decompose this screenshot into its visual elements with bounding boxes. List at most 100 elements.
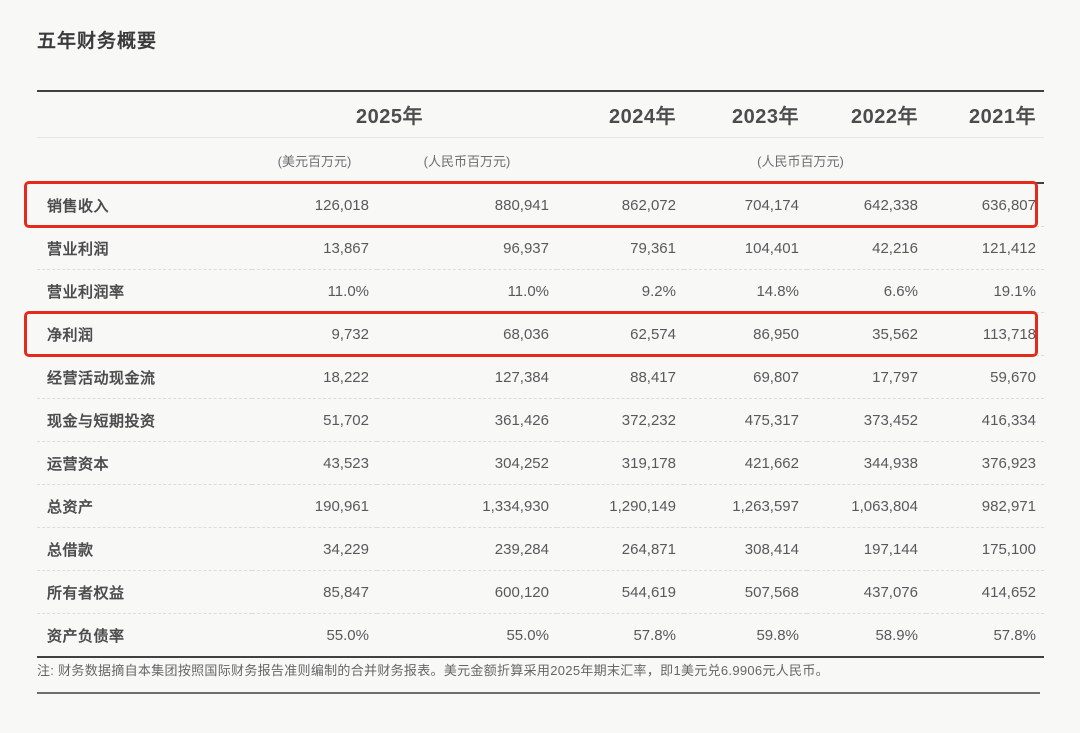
cell-value: 59.8%	[684, 614, 807, 658]
year-header-2021: 2021年	[926, 91, 1044, 138]
cell-value: 6.6%	[807, 270, 926, 313]
cell-value: 127,384	[377, 356, 557, 399]
cell-value: 437,076	[807, 571, 926, 614]
cell-value: 11.0%	[377, 270, 557, 313]
table-row: 经营活动现金流 18,222 127,384 88,417 69,807 17,…	[37, 356, 1044, 399]
cell-value: 880,941	[377, 183, 557, 227]
row-label: 营业利润率	[37, 270, 252, 313]
financial-summary-table: 2025年 2024年 2023年 2022年 2021年 (美元百万元) (人…	[37, 90, 1044, 658]
cell-value: 1,290,149	[557, 485, 684, 528]
cell-value: 96,937	[377, 227, 557, 270]
cell-value: 175,100	[926, 528, 1044, 571]
cell-value: 982,971	[926, 485, 1044, 528]
cell-value: 57.8%	[926, 614, 1044, 658]
page-title: 五年财务概要	[37, 26, 157, 53]
cell-value: 9,732	[252, 313, 377, 356]
unit-rmb-millions-span: (人民币百万元)	[557, 138, 1044, 184]
cell-value: 264,871	[557, 528, 684, 571]
table-row: 总借款 34,229 239,284 264,871 308,414 197,1…	[37, 528, 1044, 571]
cell-value: 1,063,804	[807, 485, 926, 528]
row-label: 所有者权益	[37, 571, 252, 614]
row-label: 现金与短期投资	[37, 399, 252, 442]
cell-value: 1,263,597	[684, 485, 807, 528]
cell-value: 1,334,930	[377, 485, 557, 528]
cell-value: 121,412	[926, 227, 1044, 270]
cell-value: 319,178	[557, 442, 684, 485]
cell-value: 13,867	[252, 227, 377, 270]
year-header-row: 2025年 2024年 2023年 2022年 2021年	[37, 91, 1044, 138]
cell-value: 344,938	[807, 442, 926, 485]
cell-value: 58.9%	[807, 614, 926, 658]
table-row: 所有者权益 85,847 600,120 544,619 507,568 437…	[37, 571, 1044, 614]
cell-value: 126,018	[252, 183, 377, 227]
cell-value: 239,284	[377, 528, 557, 571]
table-row: 营业利润率 11.0% 11.0% 9.2% 14.8% 6.6% 19.1%	[37, 270, 1044, 313]
row-label: 总借款	[37, 528, 252, 571]
cell-value: 373,452	[807, 399, 926, 442]
unit-header-row: (美元百万元) (人民币百万元) (人民币百万元)	[37, 138, 1044, 184]
footnote-text: 注: 财务数据摘自本集团按照国际财务报告准则编制的合并财务报表。美元金额折算采用…	[37, 660, 829, 679]
cell-value: 79,361	[557, 227, 684, 270]
empty-unit-cell	[37, 138, 252, 184]
cell-value: 62,574	[557, 313, 684, 356]
cell-value: 68,036	[377, 313, 557, 356]
cell-value: 642,338	[807, 183, 926, 227]
cell-value: 113,718	[926, 313, 1044, 356]
cell-value: 14.8%	[684, 270, 807, 313]
row-label: 经营活动现金流	[37, 356, 252, 399]
cell-value: 42,216	[807, 227, 926, 270]
cell-value: 544,619	[557, 571, 684, 614]
cell-value: 862,072	[557, 183, 684, 227]
row-label: 营业利润	[37, 227, 252, 270]
cell-value: 35,562	[807, 313, 926, 356]
cell-value: 416,334	[926, 399, 1044, 442]
cell-value: 19.1%	[926, 270, 1044, 313]
bottom-divider	[37, 692, 1040, 694]
cell-value: 704,174	[684, 183, 807, 227]
cell-value: 361,426	[377, 399, 557, 442]
cell-value: 55.0%	[252, 614, 377, 658]
cell-value: 59,670	[926, 356, 1044, 399]
cell-value: 55.0%	[377, 614, 557, 658]
table-row: 现金与短期投资 51,702 361,426 372,232 475,317 3…	[37, 399, 1044, 442]
cell-value: 190,961	[252, 485, 377, 528]
cell-value: 43,523	[252, 442, 377, 485]
year-header-2025: 2025年	[252, 91, 557, 138]
cell-value: 11.0%	[252, 270, 377, 313]
cell-value: 197,144	[807, 528, 926, 571]
cell-value: 69,807	[684, 356, 807, 399]
table-row: 销售收入 126,018 880,941 862,072 704,174 642…	[37, 183, 1044, 227]
cell-value: 104,401	[684, 227, 807, 270]
cell-value: 308,414	[684, 528, 807, 571]
row-label: 运营资本	[37, 442, 252, 485]
table-row: 营业利润 13,867 96,937 79,361 104,401 42,216…	[37, 227, 1044, 270]
cell-value: 507,568	[684, 571, 807, 614]
cell-value: 57.8%	[557, 614, 684, 658]
year-header-2023: 2023年	[684, 91, 807, 138]
table-row: 总资产 190,961 1,334,930 1,290,149 1,263,59…	[37, 485, 1044, 528]
unit-usd-millions: (美元百万元)	[252, 138, 377, 184]
table-row: 运营资本 43,523 304,252 319,178 421,662 344,…	[37, 442, 1044, 485]
cell-value: 18,222	[252, 356, 377, 399]
cell-value: 88,417	[557, 356, 684, 399]
row-label: 销售收入	[37, 183, 252, 227]
cell-value: 17,797	[807, 356, 926, 399]
row-label: 净利润	[37, 313, 252, 356]
cell-value: 421,662	[684, 442, 807, 485]
row-label: 总资产	[37, 485, 252, 528]
row-label: 资产负债率	[37, 614, 252, 658]
table-row: 资产负债率 55.0% 55.0% 57.8% 59.8% 58.9% 57.8…	[37, 614, 1044, 658]
report-page: 五年财务概要 2025年 2024年 2023年 2022年 2021年 (美元…	[0, 0, 1080, 733]
cell-value: 85,847	[252, 571, 377, 614]
cell-value: 51,702	[252, 399, 377, 442]
year-header-2024: 2024年	[557, 91, 684, 138]
cell-value: 9.2%	[557, 270, 684, 313]
cell-value: 414,652	[926, 571, 1044, 614]
cell-value: 34,229	[252, 528, 377, 571]
cell-value: 636,807	[926, 183, 1044, 227]
cell-value: 600,120	[377, 571, 557, 614]
cell-value: 86,950	[684, 313, 807, 356]
cell-value: 304,252	[377, 442, 557, 485]
empty-header-cell	[37, 91, 252, 138]
cell-value: 372,232	[557, 399, 684, 442]
